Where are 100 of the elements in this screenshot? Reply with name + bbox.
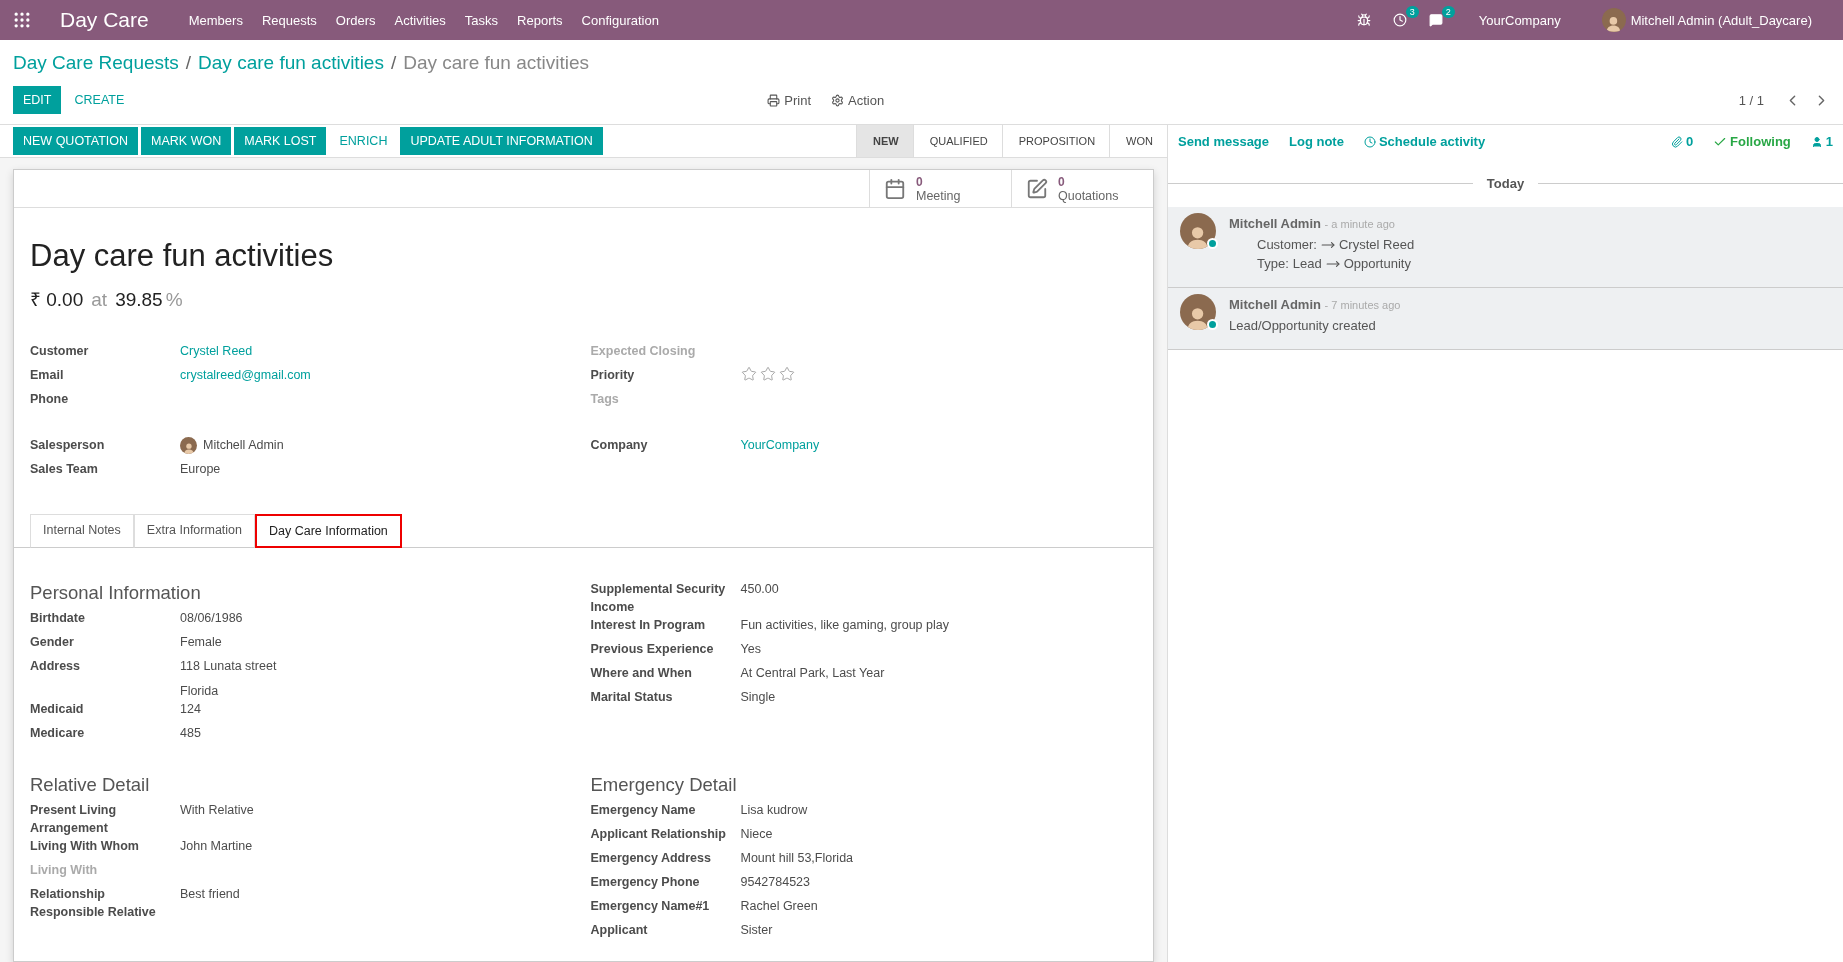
notebook-tab[interactable]: Day Care Information <box>255 514 402 548</box>
field-label: Previous Experience <box>590 641 715 658</box>
field-label: Company <box>590 437 649 454</box>
breadcrumb[interactable]: Day care fun activities <box>198 52 384 74</box>
menu-item[interactable]: Members <box>188 12 243 28</box>
followers-button[interactable]: 1 <box>1810 134 1833 149</box>
message-body: Lead/Opportunity created <box>1229 318 1377 333</box>
following-button[interactable]: Following <box>1713 134 1791 149</box>
gear-icon <box>831 93 844 107</box>
breadcrumb-separator: / <box>390 52 397 74</box>
field-value: Sister <box>740 922 774 939</box>
field-value: Mitchell Admin <box>203 437 284 454</box>
toolbar-button[interactable]: EDIT <box>13 86 62 114</box>
field-value: With Relative <box>180 802 255 819</box>
print-button[interactable]: Print <box>767 92 811 108</box>
field-label: Interest In Program <box>590 617 707 634</box>
field-label: Phone <box>30 391 70 408</box>
menu-item[interactable]: Configuration <box>581 12 659 28</box>
field-link[interactable]: crystalreed@gmail.com <box>180 366 577 384</box>
apps-menu-icon[interactable] <box>12 10 32 30</box>
field-value: Best friend <box>180 886 241 903</box>
bug-icon[interactable] <box>1356 13 1371 27</box>
percent-sign: % <box>165 289 183 311</box>
stage-step[interactable]: NEW <box>855 125 913 157</box>
notebook-tab[interactable]: Internal Notes <box>30 514 134 548</box>
chatter-action[interactable]: Log note <box>1289 134 1344 149</box>
user-avatar <box>1601 8 1626 32</box>
author-avatar <box>1180 294 1216 330</box>
user-icon <box>1810 135 1823 148</box>
field-value: Niece <box>740 826 774 843</box>
field-label: Priority <box>590 367 636 384</box>
field-label: Emergency Name <box>590 802 697 819</box>
at-label: at <box>91 289 108 311</box>
field-value: Florida <box>180 683 220 700</box>
smart-button[interactable]: 0 Quotations <box>1011 170 1153 207</box>
field-label: Living With Whom <box>30 838 140 855</box>
field-value: 08/06/1986 <box>180 610 244 627</box>
field-value: Yes <box>740 641 762 658</box>
field-label: Tags <box>590 391 620 408</box>
field-value: At Central Park, Last Year <box>740 665 886 682</box>
toolbar-button[interactable]: CREATE <box>64 86 135 114</box>
section-title: Emergency Detail <box>590 774 738 796</box>
star-icon[interactable] <box>759 366 776 382</box>
star-icon[interactable] <box>778 366 795 382</box>
header-button[interactable]: UPDATE ADULT INFORMATION <box>400 127 603 155</box>
header-button[interactable]: ENRICH <box>329 127 398 155</box>
user-menu[interactable]: Mitchell Admin (Adult_Daycare) <box>1630 12 1812 28</box>
section-title: Personal Information <box>30 582 202 604</box>
activity-icon[interactable] <box>1392 13 1407 27</box>
field-label: Customer <box>30 343 90 360</box>
field-label: Present Living Arrangement <box>30 802 118 837</box>
activity-count: 3 <box>1405 6 1419 18</box>
chatter-action[interactable]: Send message <box>1178 134 1270 149</box>
attachments-button[interactable]: 0 <box>1670 134 1694 149</box>
menu-item[interactable]: Activities <box>394 12 446 28</box>
breadcrumb: Day care fun activities <box>403 52 590 74</box>
field-value: Europe <box>180 461 222 478</box>
field-value: 450.00 <box>740 581 780 598</box>
field-value: Female <box>180 634 223 651</box>
expected-revenue: ₹ 0.00 <box>30 288 84 312</box>
edit-icon <box>1026 177 1048 200</box>
tracking-change: Type: Lead Opportunity <box>1257 256 1412 271</box>
calendar-icon <box>884 177 906 200</box>
field-value: 9542784523 <box>740 874 812 891</box>
field-label: Where and When <box>590 665 693 682</box>
header-button[interactable]: MARK LOST <box>234 127 327 155</box>
breadcrumb[interactable]: Day Care Requests <box>13 52 179 74</box>
header-button[interactable]: NEW QUOTATION <box>13 127 139 155</box>
company-switcher[interactable]: YourCompany <box>1478 12 1561 28</box>
section-title: Relative Detail <box>30 774 151 796</box>
messages-icon[interactable] <box>1428 13 1443 27</box>
header-button[interactable]: MARK WON <box>141 127 232 155</box>
field-label: Expected Closing <box>590 343 697 360</box>
field-value: 124 <box>180 701 202 718</box>
field-label: Emergency Address <box>590 850 712 867</box>
action-button[interactable]: Action <box>831 92 885 108</box>
avatar-icon <box>180 436 197 454</box>
menu-item[interactable]: Reports <box>517 12 563 28</box>
field-label: Emergency Phone <box>590 874 701 891</box>
menu-item[interactable]: Requests <box>261 12 317 28</box>
field-label: Address <box>30 658 82 675</box>
pager-counter: 1 / 1 <box>1738 92 1764 108</box>
field-label: Sales Team <box>30 461 99 478</box>
star-icon[interactable] <box>740 366 757 382</box>
smart-button[interactable]: 0 Meeting <box>869 170 1011 207</box>
field-label: Birthdate <box>30 610 86 627</box>
chatter-action[interactable]: Schedule activity <box>1363 134 1486 149</box>
menu-item[interactable]: Orders <box>335 12 376 28</box>
date-separator: Today <box>1486 176 1525 191</box>
menu-item[interactable]: Tasks <box>464 12 499 28</box>
field-value: Fun activities, like gaming, group play <box>740 617 950 634</box>
field-link[interactable]: YourCompany <box>740 436 1137 454</box>
breadcrumb-separator: / <box>185 52 192 74</box>
field-link[interactable]: Crystel Reed <box>180 342 577 360</box>
notebook-tab[interactable]: Extra Information <box>133 514 255 548</box>
field-label: Marital Status <box>590 689 674 706</box>
field-value: Lisa kudrow <box>740 802 809 819</box>
field-value: Rachel Green <box>740 898 819 915</box>
field-value: John Martine <box>180 838 254 855</box>
field-label: Living With <box>30 862 99 879</box>
